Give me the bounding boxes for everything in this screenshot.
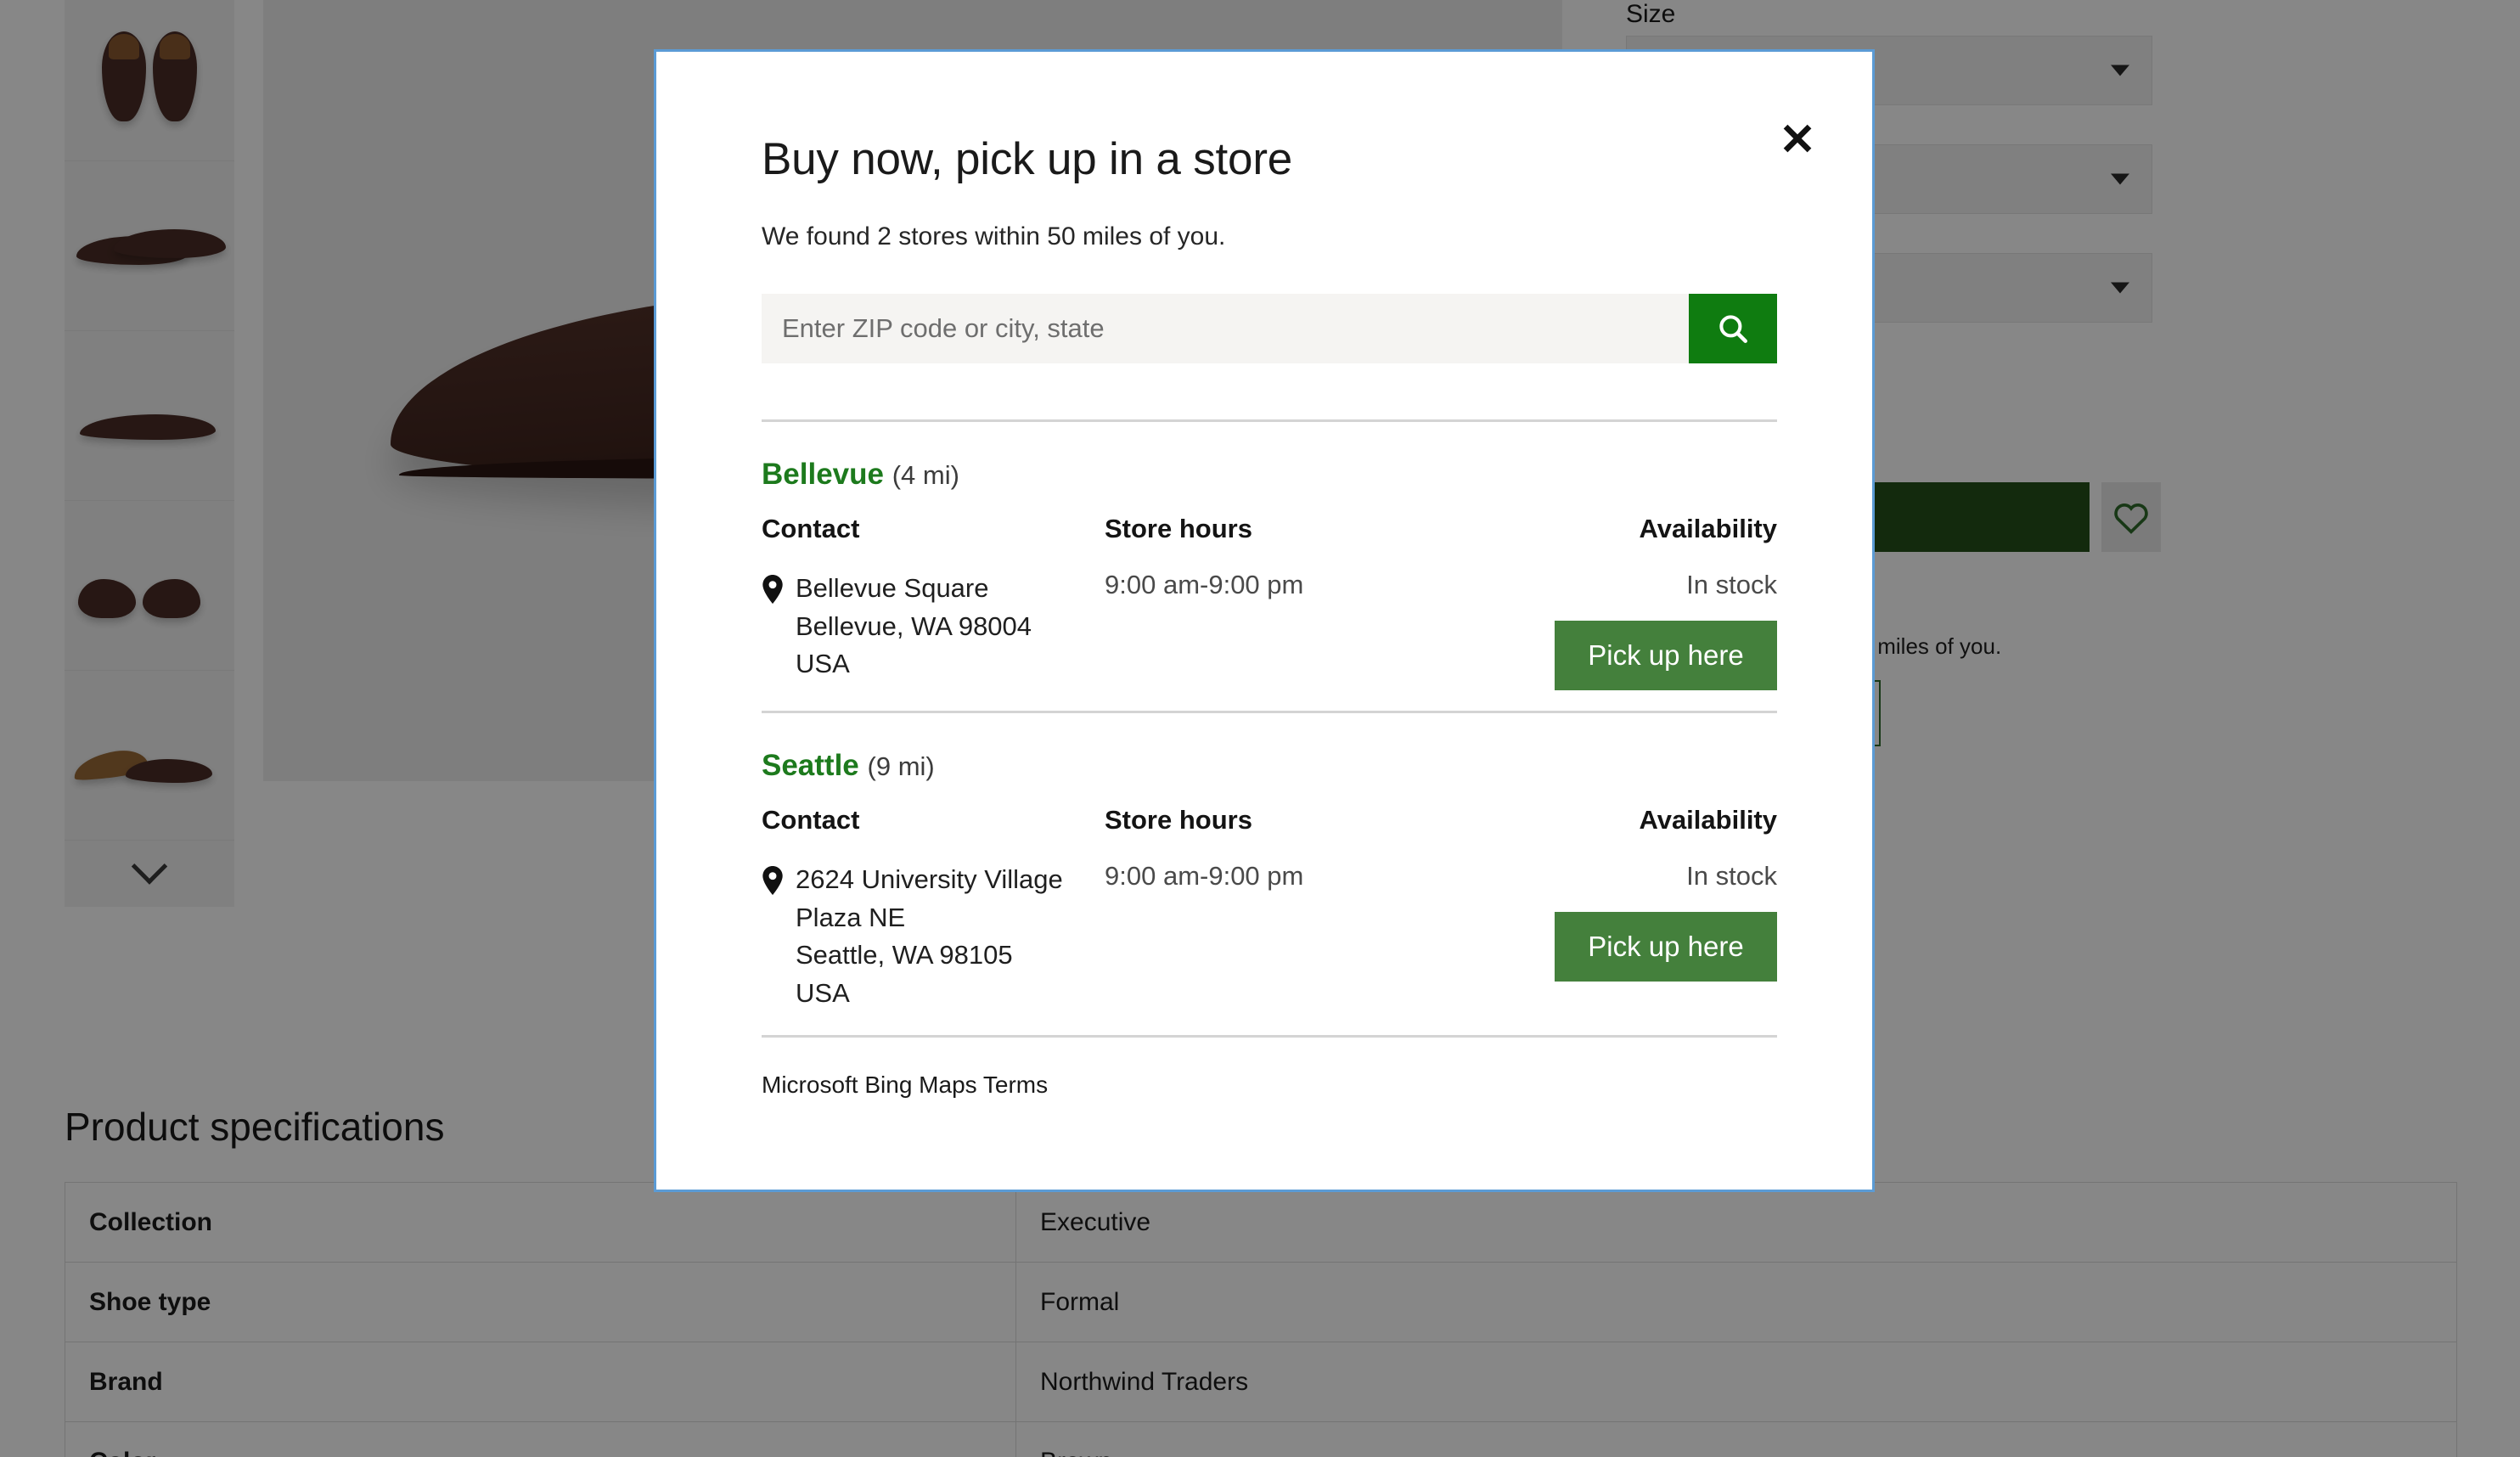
store-availability-cell: In stock Pick up here (1555, 570, 1777, 690)
column-header-store-hours: Store hours (1105, 514, 1252, 543)
modal-subtitle: We found 2 stores within 50 miles of you… (762, 222, 1226, 250)
store-result-item: Bellevue (4 mi) Contact Store hours Avai… (762, 458, 1777, 690)
product-page-with-store-pickup-modal: Size Add to Cart (0, 0, 2520, 1457)
map-pin-icon (762, 861, 796, 1013)
store-city-name: Seattle (762, 749, 859, 782)
store-result-item: Seattle (9 mi) Contact Store hours Avail… (762, 749, 1777, 1013)
column-header-availability: Availability (1639, 514, 1777, 543)
map-pin-icon (762, 570, 796, 690)
modal-title: Buy now, pick up in a store (762, 134, 1293, 184)
column-header-contact: Contact (762, 514, 860, 543)
column-header-store-hours: Store hours (1105, 805, 1252, 835)
search-input[interactable] (762, 294, 1689, 363)
store-heading: Bellevue (4 mi) (762, 458, 1777, 492)
store-detail-grid: Contact Store hours Availability 2624 Un… (762, 805, 1777, 1013)
pick-up-here-button[interactable]: Pick up here (1555, 621, 1777, 690)
address-line: 2624 University Village (796, 864, 1063, 894)
address-line: USA (796, 977, 850, 1008)
column-header-contact: Contact (762, 805, 860, 835)
availability-status: In stock (1686, 861, 1777, 891)
bing-maps-terms-link[interactable]: Microsoft Bing Maps Terms (762, 1072, 1806, 1099)
store-hours-value: 9:00 am-9:00 pm (1105, 861, 1304, 891)
address-line: Bellevue, WA 98004 (796, 610, 1032, 641)
store-heading: Seattle (9 mi) (762, 749, 1777, 783)
address-line: Plaza NE (796, 902, 906, 932)
close-button[interactable]: ✕ (1770, 113, 1825, 167)
address-line: Seattle, WA 98105 (796, 940, 1013, 970)
divider (762, 711, 1777, 713)
divider (762, 419, 1777, 422)
store-hours-value: 9:00 am-9:00 pm (1105, 570, 1304, 599)
search-icon (1719, 315, 1747, 343)
column-header-availability: Availability (1639, 805, 1777, 835)
store-address-text: 2624 University Village Plaza NE Seattle… (796, 861, 1063, 1013)
store-address-text: Bellevue Square Bellevue, WA 98004 USA (796, 570, 1032, 690)
store-detail-grid: Contact Store hours Availability Bellevu… (762, 514, 1777, 690)
address-line: USA (796, 649, 850, 679)
divider (762, 1034, 1777, 1038)
store-address: 2624 University Village Plaza NE Seattle… (762, 861, 1105, 1013)
store-availability-cell: In stock Pick up here (1555, 861, 1777, 1013)
close-icon: ✕ (1779, 115, 1816, 165)
pick-up-here-button[interactable]: Pick up here (1555, 912, 1777, 982)
availability-status: In stock (1686, 570, 1777, 599)
store-address: Bellevue Square Bellevue, WA 98004 USA (762, 570, 1105, 690)
store-pickup-modal: ✕ Buy now, pick up in a store We found 2… (654, 49, 1875, 1192)
search-button[interactable] (1689, 294, 1777, 363)
store-search-row (762, 294, 1777, 363)
store-city-name: Bellevue (762, 458, 884, 491)
address-line: Bellevue Square (796, 573, 989, 603)
store-distance: (9 mi) (867, 751, 935, 781)
store-distance: (4 mi) (892, 460, 959, 490)
